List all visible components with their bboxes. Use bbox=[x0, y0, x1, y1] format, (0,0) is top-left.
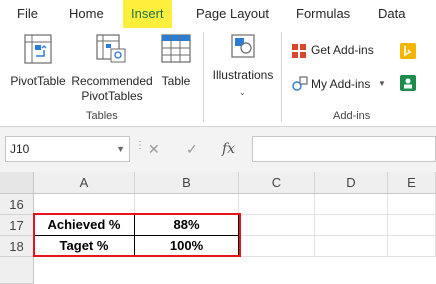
cell-c16[interactable] bbox=[239, 194, 315, 215]
row-header-17[interactable]: 17 bbox=[0, 215, 34, 236]
bing-icon bbox=[400, 43, 416, 59]
recommended-pivottables-button[interactable]: Recommended PivotTables bbox=[70, 34, 154, 106]
my-addins-label: My Add-ins bbox=[311, 77, 371, 91]
table-label: Table bbox=[161, 74, 191, 88]
row-header-18[interactable]: 18 bbox=[0, 236, 34, 257]
recommended-label-line2: PivotTables bbox=[81, 89, 143, 103]
tab-data[interactable]: Data bbox=[378, 0, 405, 28]
cell-e16[interactable] bbox=[388, 194, 436, 215]
pivottable-icon bbox=[24, 34, 52, 64]
name-box-value: J10 bbox=[10, 142, 30, 156]
formula-input[interactable] bbox=[252, 136, 436, 162]
illustrations-icon bbox=[231, 34, 255, 58]
bing-maps-button[interactable] bbox=[400, 43, 416, 59]
pivottable-button[interactable]: PivotTable bbox=[6, 34, 70, 94]
tab-home[interactable]: Home bbox=[69, 0, 104, 28]
cell-b18[interactable]: 100% bbox=[135, 236, 239, 257]
column-header-d[interactable]: D bbox=[315, 172, 388, 194]
column-header-e[interactable]: E bbox=[388, 172, 436, 194]
shapes-icon bbox=[292, 76, 308, 91]
get-addins-label: Get Add-ins bbox=[311, 43, 374, 57]
tab-page-layout[interactable]: Page Layout bbox=[196, 0, 269, 28]
formula-bar-area: J10 ▼ ⋮ ✕ ✓ fx bbox=[0, 126, 436, 172]
ribbon: PivotTable Recommended PivotTables Table… bbox=[0, 28, 436, 126]
recommended-pivottables-icon bbox=[96, 34, 126, 63]
cell-c18[interactable] bbox=[239, 236, 315, 257]
tab-file[interactable]: File bbox=[17, 0, 38, 28]
pivottable-label: PivotTable bbox=[10, 74, 66, 88]
people-graph-icon bbox=[400, 75, 416, 91]
tab-formulas[interactable]: Formulas bbox=[296, 0, 350, 28]
cell-e18[interactable] bbox=[388, 236, 436, 257]
menu-bar: File Home Insert Page Layout Formulas Da… bbox=[0, 0, 436, 28]
row-header-16[interactable]: 16 bbox=[0, 194, 34, 215]
ribbon-separator bbox=[203, 32, 204, 122]
chevron-down-icon: ⌄ bbox=[239, 88, 246, 97]
ribbon-separator bbox=[281, 32, 282, 122]
addins-group-label: Add-ins bbox=[333, 110, 371, 122]
cell-a17[interactable]: Achieved % bbox=[34, 215, 135, 236]
tab-insert[interactable]: Insert bbox=[123, 0, 172, 28]
illustrations-label: Illustrations bbox=[212, 68, 274, 82]
select-all-corner[interactable] bbox=[0, 172, 34, 194]
people-graph-button[interactable] bbox=[400, 75, 416, 91]
my-addins-button[interactable]: My Add-ins ▼ bbox=[291, 75, 387, 93]
cell-a18[interactable]: Taget % bbox=[34, 236, 135, 257]
cell-d17[interactable] bbox=[315, 215, 388, 236]
formula-bar-grip-icon: ⋮ bbox=[135, 140, 145, 151]
cell-d16[interactable] bbox=[315, 194, 388, 215]
row-header-19[interactable] bbox=[0, 257, 34, 284]
column-header-b[interactable]: B bbox=[135, 172, 239, 194]
enter-button[interactable]: ✓ bbox=[186, 136, 198, 162]
cell-d18[interactable] bbox=[315, 236, 388, 257]
tables-group-label: Tables bbox=[86, 110, 118, 122]
get-addins-button[interactable]: Get Add-ins bbox=[291, 42, 381, 60]
table-icon bbox=[161, 34, 191, 63]
column-header-c[interactable]: C bbox=[239, 172, 315, 194]
name-box[interactable]: J10 ▼ bbox=[5, 136, 130, 162]
cell-b17[interactable]: 88% bbox=[135, 215, 239, 236]
cell-e17[interactable] bbox=[388, 215, 436, 236]
chevron-down-icon: ▼ bbox=[116, 144, 125, 154]
cell-b16[interactable] bbox=[135, 194, 239, 215]
dropdown-caret-icon: ▼ bbox=[378, 79, 386, 88]
table-button[interactable]: Table bbox=[156, 34, 196, 94]
cell-a16[interactable] bbox=[34, 194, 135, 215]
cancel-button[interactable]: ✕ bbox=[148, 136, 160, 162]
spreadsheet-grid: A B C D E 16 17 Achieved % 88% 18 Taget … bbox=[0, 172, 436, 284]
insert-function-button[interactable]: fx bbox=[222, 136, 235, 162]
illustrations-button[interactable]: Illustrations ⌄ bbox=[210, 32, 276, 100]
column-header-a[interactable]: A bbox=[34, 172, 135, 194]
cell-c17[interactable] bbox=[239, 215, 315, 236]
store-icon bbox=[292, 44, 306, 58]
recommended-label-line1: Recommended bbox=[71, 74, 153, 88]
